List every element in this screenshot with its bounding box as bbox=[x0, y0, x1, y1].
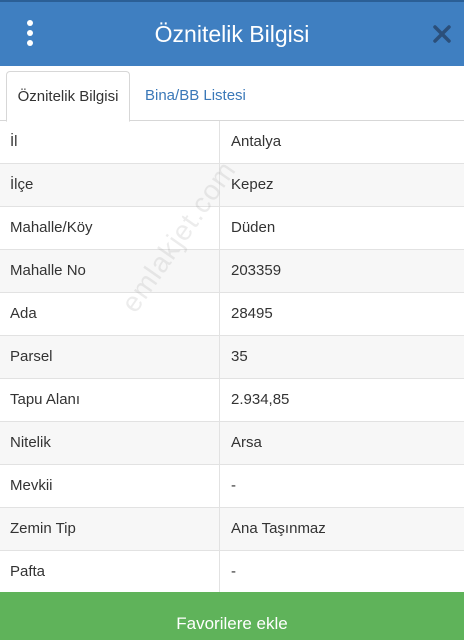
table-row: Pafta - bbox=[0, 551, 464, 594]
row-key: Pafta bbox=[0, 551, 220, 593]
row-value: 203359 bbox=[231, 262, 282, 279]
table-row: İlçe Kepez bbox=[0, 164, 464, 207]
table-row: Zemin Tip Ana Taşınmaz bbox=[0, 508, 464, 551]
page-title: Öznitelik Bilgisi bbox=[154, 21, 310, 47]
row-value: 35 bbox=[231, 348, 248, 365]
table-row: Ada 28495 bbox=[0, 293, 464, 336]
table-row: İl Antalya bbox=[0, 121, 464, 164]
row-value: Arsa bbox=[231, 434, 262, 451]
row-key: Mahalle/Köy bbox=[0, 207, 220, 249]
table-row: Mahalle No 203359 bbox=[0, 250, 464, 293]
row-value: - bbox=[231, 563, 236, 580]
table-row: Nitelik Arsa bbox=[0, 422, 464, 465]
tab-bar: Öznitelik Bilgisi Bina/BB Listesi bbox=[0, 66, 464, 122]
row-key: İlçe bbox=[0, 164, 220, 206]
tab-bina-bb-listesi[interactable]: Bina/BB Listesi bbox=[145, 71, 246, 122]
row-key: Mahalle No bbox=[0, 250, 220, 292]
header-bar: Öznitelik Bilgisi bbox=[0, 0, 464, 66]
row-value: 2.934,85 bbox=[231, 391, 290, 408]
row-key: İl bbox=[0, 121, 220, 163]
close-icon[interactable] bbox=[432, 24, 452, 44]
table-row: Mahalle/Köy Düden bbox=[0, 207, 464, 250]
add-to-favorites-button[interactable]: Favorilere ekle bbox=[0, 592, 464, 640]
row-key: Parsel bbox=[0, 336, 220, 378]
row-value: Antalya bbox=[231, 133, 282, 150]
row-key: Ada bbox=[0, 293, 220, 335]
table-row: Mevkii - bbox=[0, 465, 464, 508]
row-value: - bbox=[231, 477, 236, 494]
row-key: Tapu Alanı bbox=[0, 379, 220, 421]
row-key: Zemin Tip bbox=[0, 508, 220, 550]
row-value: Düden bbox=[231, 219, 276, 236]
row-key: Mevkii bbox=[0, 465, 220, 507]
table-row: Tapu Alanı 2.934,85 bbox=[0, 379, 464, 422]
row-value: Kepez bbox=[231, 176, 274, 193]
row-value: 28495 bbox=[231, 305, 273, 322]
attribute-table: İl Antalya İlçe Kepez Mahalle/Köy Düden … bbox=[0, 121, 464, 594]
row-key: Nitelik bbox=[0, 422, 220, 464]
table-row: Parsel 35 bbox=[0, 336, 464, 379]
tab-oznitelik-bilgisi[interactable]: Öznitelik Bilgisi bbox=[6, 71, 130, 122]
row-value: Ana Taşınmaz bbox=[231, 520, 326, 537]
